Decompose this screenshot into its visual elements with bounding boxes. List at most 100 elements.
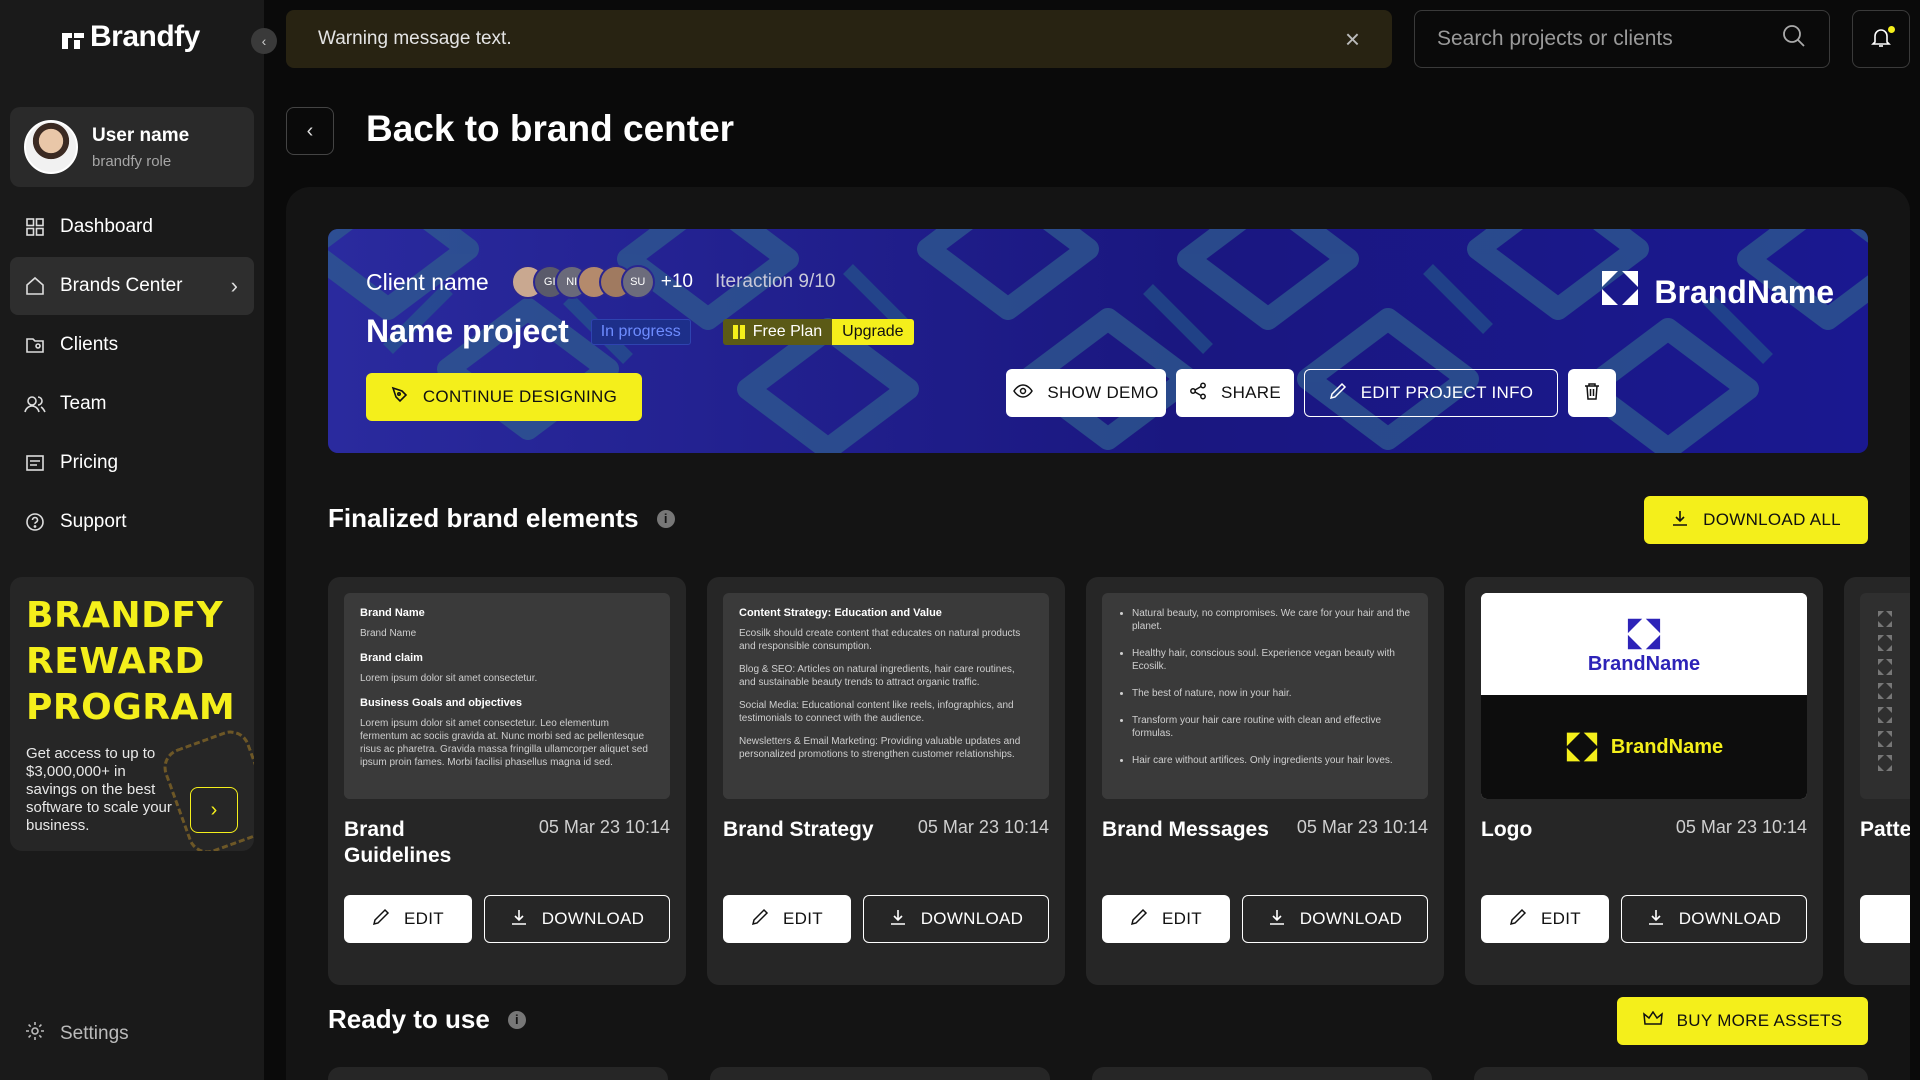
trash-icon (1584, 382, 1600, 405)
preview-text: Lorem ipsum dolor sit amet consectetur. … (360, 718, 648, 768)
sidebar-collapse-button[interactable]: ‹ (251, 28, 277, 54)
download-icon (1647, 908, 1665, 931)
download-button[interactable]: DOWNLOAD (484, 895, 670, 943)
reward-open-button[interactable]: › (190, 787, 238, 833)
share-button[interactable]: SHARE (1176, 369, 1294, 417)
brand-element-card[interactable]: BrandName BrandName Logo 05 Mar 23 10:14… (1465, 577, 1823, 985)
preview-fade (1102, 765, 1428, 799)
download-icon (510, 908, 528, 931)
edit-label: EDIT (1541, 909, 1581, 928)
sidebar-item-label: Team (60, 393, 107, 414)
continue-designing-label: CONTINUE DESIGNING (422, 387, 618, 406)
brand-element-card[interactable]: Patte (1844, 577, 1910, 985)
download-button[interactable]: DOWNLOAD (863, 895, 1049, 943)
card-preview: Natural beauty, no compromises. We care … (1102, 593, 1428, 799)
preview-fade (344, 765, 670, 799)
team-icon (24, 393, 46, 415)
download-button[interactable]: DOWNLOAD (1621, 895, 1807, 943)
card-title: Brand Guidelines (344, 818, 452, 867)
settings-label: Settings (60, 1023, 129, 1044)
pen-tool-icon (391, 386, 409, 409)
warning-banner: Warning message text. × (286, 10, 1392, 68)
sidebar-item-brands-center[interactable]: Brands Center › (10, 257, 254, 315)
section-title-text: Finalized brand elements (328, 503, 639, 533)
sidebar-item-dashboard[interactable]: Dashboard (10, 198, 254, 256)
download-button[interactable]: DOWNLOAD (1242, 895, 1428, 943)
warning-text: Warning message text. (318, 28, 512, 49)
brandfy-logo-icon (60, 26, 86, 49)
project-banner: Client name GI NI SU +10 Iteraction 9/10… (328, 229, 1868, 453)
info-icon[interactable]: i (507, 1010, 526, 1029)
info-icon[interactable]: i (656, 509, 675, 528)
download-all-label: DOWNLOAD ALL (1703, 510, 1841, 529)
back-button[interactable]: ‹ (286, 107, 334, 155)
brand-element-card[interactable]: Brand Name Brand Name Brand claim Lorem … (328, 577, 686, 985)
brand-element-card[interactable]: Content Strategy: Education and Value Ec… (707, 577, 1065, 985)
gear-icon (24, 1020, 46, 1048)
download-label: DOWNLOAD (920, 909, 1024, 928)
pencil-icon (1329, 382, 1347, 405)
preview-bullet: Healthy hair, conscious soul. Experience… (1132, 647, 1412, 673)
buy-more-assets-button[interactable]: BUY MORE ASSETS (1617, 997, 1868, 1045)
finalized-section-title: Finalized brand elements i (328, 503, 675, 534)
home-icon (24, 275, 46, 297)
app-logo[interactable]: Brandfy (60, 20, 200, 54)
card-date: 05 Mar 23 10:14 (1675, 817, 1807, 837)
avatar: SU (620, 265, 655, 299)
chevron-right-icon: › (230, 273, 238, 298)
preview-bullet: The best of nature, now in your hair. (1132, 687, 1412, 700)
notifications-button[interactable] (1852, 10, 1910, 68)
upgrade-button[interactable]: Upgrade (832, 318, 914, 345)
asset-card[interactable] (1092, 1067, 1432, 1080)
edit-project-info-label: EDIT PROJECT INFO (1360, 383, 1534, 402)
logo-brand-name: BrandName (1610, 735, 1724, 758)
download-all-button[interactable]: DOWNLOAD ALL (1644, 496, 1868, 544)
plan-badge: Free Plan Upgrade (722, 318, 914, 345)
brand-mark-icon (1600, 269, 1640, 315)
edit-button[interactable]: EDIT (1481, 895, 1609, 943)
edit-button[interactable]: EDIT (344, 895, 472, 943)
settings-link[interactable]: Settings (24, 1020, 129, 1048)
reward-text: Get access to up to $3,000,000+ in savin… (26, 745, 172, 834)
logo-brand-name: BrandName (1587, 653, 1701, 675)
collaborator-avatars[interactable]: GI NI SU +10 (510, 265, 693, 299)
edit-button[interactable]: EDIT (723, 895, 851, 943)
preview-text: Blog & SEO: Articles on natural ingredie… (739, 664, 1015, 688)
sidebar-item-label: Support (60, 511, 127, 532)
reward-program-card: BRANDFY REWARD PROGRAM Get access to up … (10, 577, 254, 851)
sidebar-item-team[interactable]: Team (10, 375, 254, 433)
edit-project-info-button[interactable]: EDIT PROJECT INFO (1304, 369, 1558, 417)
close-icon[interactable]: × (1345, 24, 1360, 55)
delete-project-button[interactable] (1568, 369, 1616, 417)
sidebar-item-clients[interactable]: Clients (10, 316, 254, 374)
brand-logo: BrandName (1600, 269, 1834, 315)
iteration-count: Iteraction 9/10 (714, 271, 836, 292)
download-icon (1268, 908, 1286, 931)
edit-button[interactable] (1860, 895, 1910, 943)
plan-icon (732, 324, 745, 339)
continue-designing-button[interactable]: CONTINUE DESIGNING (366, 373, 642, 421)
project-row: Name project In progress Free Plan Upgra… (366, 313, 914, 350)
brand-element-card[interactable]: Natural beauty, no compromises. We care … (1086, 577, 1444, 985)
edit-label: EDIT (783, 909, 823, 928)
sidebar-item-support[interactable]: Support (10, 493, 254, 551)
card-date: 05 Mar 23 10:14 (917, 817, 1049, 837)
asset-card[interactable] (1474, 1067, 1868, 1080)
project-name: Name project (366, 313, 569, 349)
asset-card[interactable] (710, 1067, 1050, 1080)
avatar (24, 120, 78, 174)
sidebar-nav: Dashboard Brands Center › Clients Team P… (10, 198, 254, 552)
download-icon (1671, 509, 1689, 532)
reward-title-line: REWARD (26, 641, 205, 682)
brand-mark-icon (1565, 731, 1599, 764)
asset-card[interactable] (328, 1067, 668, 1080)
card-title: Brand Messages (1102, 818, 1269, 841)
chevron-left-icon: ‹ (306, 119, 314, 142)
sidebar-item-label: Brands Center (60, 275, 183, 296)
search-input[interactable]: Search projects or clients (1414, 10, 1830, 68)
user-card[interactable]: User name brandfy role (10, 107, 254, 187)
sidebar-item-pricing[interactable]: Pricing (10, 434, 254, 492)
edit-button[interactable]: EDIT (1102, 895, 1230, 943)
show-demo-button[interactable]: SHOW DEMO (1006, 369, 1166, 417)
grid-icon (24, 216, 46, 238)
